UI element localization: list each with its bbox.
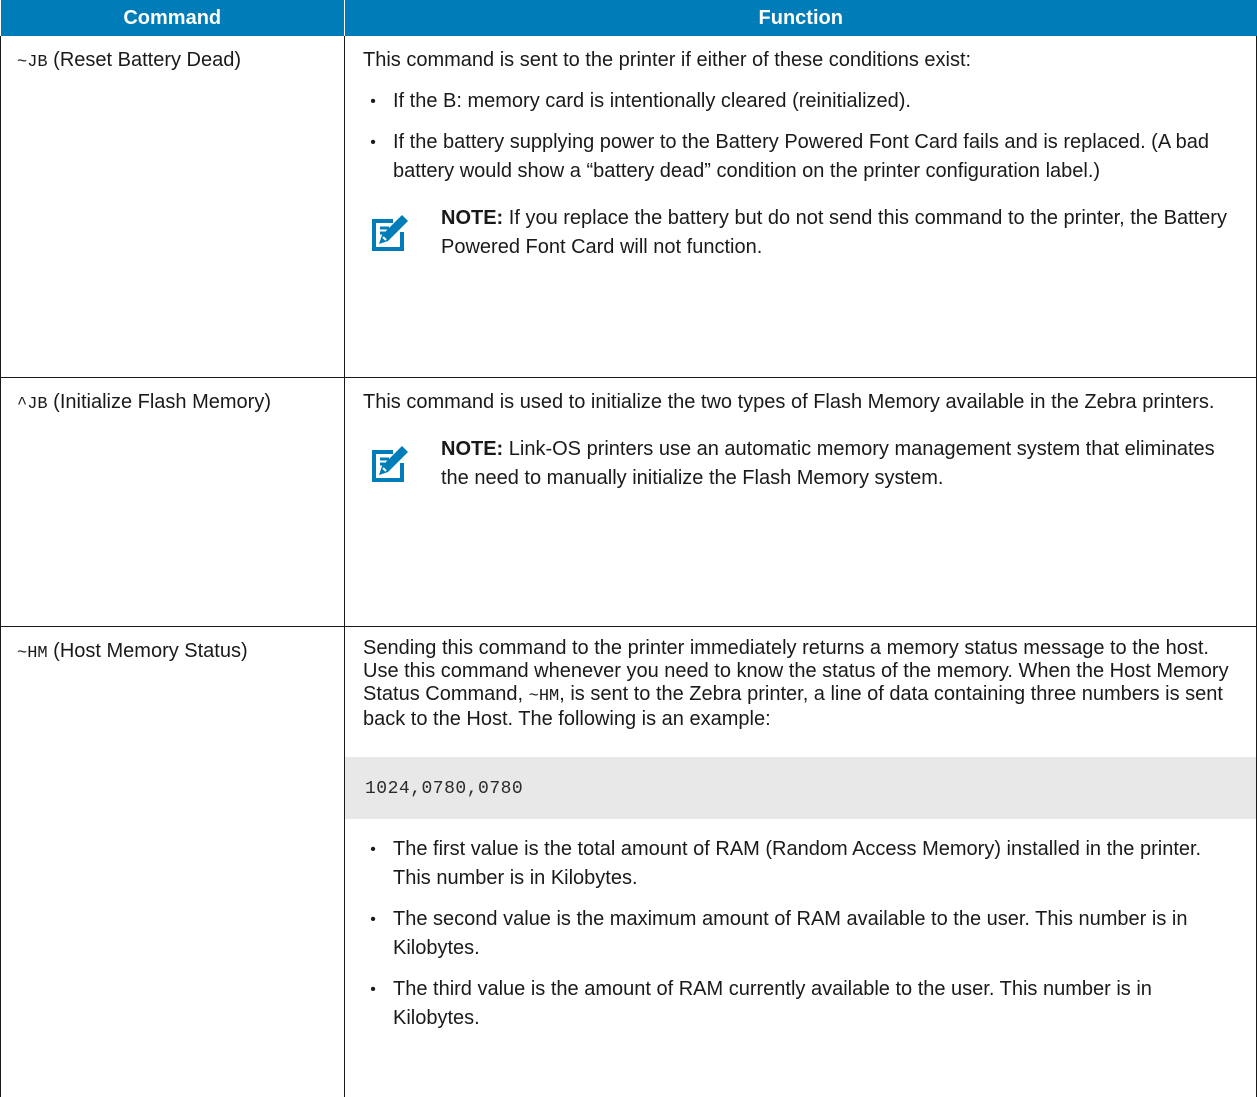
bullet-icon: • (363, 905, 383, 934)
function-intro: This command is used to initialize the t… (363, 388, 1234, 417)
command-cell: ~JB (Reset Battery Dead) (1, 36, 345, 378)
note-box: NOTE: Link-OS printers use an automatic … (363, 435, 1234, 493)
function-intro: This command is sent to the printer if e… (363, 46, 1234, 75)
bullet-icon: • (363, 835, 383, 864)
note-box: NOTE: If you replace the battery but do … (363, 204, 1234, 262)
note-text: If you replace the battery but do not se… (441, 207, 1227, 258)
command-description: (Initialize Flash Memory) (48, 391, 271, 413)
command-cell: ~HM (Host Memory Status) (1, 627, 345, 1097)
table-row: ~JB (Reset Battery Dead) This command is… (1, 36, 1257, 378)
table-row: ~HM (Host Memory Status) Sending this co… (1, 627, 1257, 1097)
list-item: • The third value is the amount of RAM c… (363, 975, 1234, 1033)
table-header-row: Command Function (1, 0, 1257, 36)
command-cell: ^JB (Initialize Flash Memory) (1, 378, 345, 627)
list-item-text: The third value is the amount of RAM cur… (393, 978, 1152, 1029)
note-pencil-icon (369, 210, 413, 254)
list-item-text: If the B: memory card is intentionally c… (393, 90, 911, 112)
bullet-icon: • (363, 87, 383, 116)
command-code: ~HM (17, 644, 48, 663)
list-item-text: If the battery supplying power to the Ba… (393, 131, 1209, 182)
command-description: (Host Memory Status) (48, 640, 248, 662)
note-pencil-icon (369, 441, 413, 485)
note-text: Link-OS printers use an automatic memory… (441, 438, 1215, 489)
list-item: • The second value is the maximum amount… (363, 905, 1234, 963)
header-function: Function (345, 0, 1257, 36)
bullet-icon: • (363, 975, 383, 1004)
function-cell: This command is sent to the printer if e… (345, 36, 1257, 378)
function-cell: This command is used to initialize the t… (345, 378, 1257, 627)
list-item: • If the battery supplying power to the … (363, 128, 1234, 186)
bullet-icon: • (363, 128, 383, 157)
function-intro: Sending this command to the printer imme… (363, 637, 1234, 731)
example-code-block: 1024,0780,0780 (345, 757, 1256, 819)
table-row: ^JB (Initialize Flash Memory) This comma… (1, 378, 1257, 627)
list-item-text: The second value is the maximum amount o… (393, 908, 1187, 959)
list-item-text: The first value is the total amount of R… (393, 838, 1201, 889)
header-command: Command (1, 0, 345, 36)
command-code: ~JB (17, 53, 48, 72)
list-item: • If the B: memory card is intentionally… (363, 87, 1234, 116)
function-cell: Sending this command to the printer imme… (345, 627, 1257, 1097)
command-code: ^JB (17, 395, 48, 414)
note-label: NOTE: (441, 438, 503, 460)
command-table: Command Function ~JB (Reset Battery Dead… (0, 0, 1257, 1097)
note-label: NOTE: (441, 207, 503, 229)
inline-code: ~HM (529, 687, 560, 706)
command-description: (Reset Battery Dead) (48, 49, 241, 71)
list-item: • The first value is the total amount of… (363, 835, 1234, 893)
